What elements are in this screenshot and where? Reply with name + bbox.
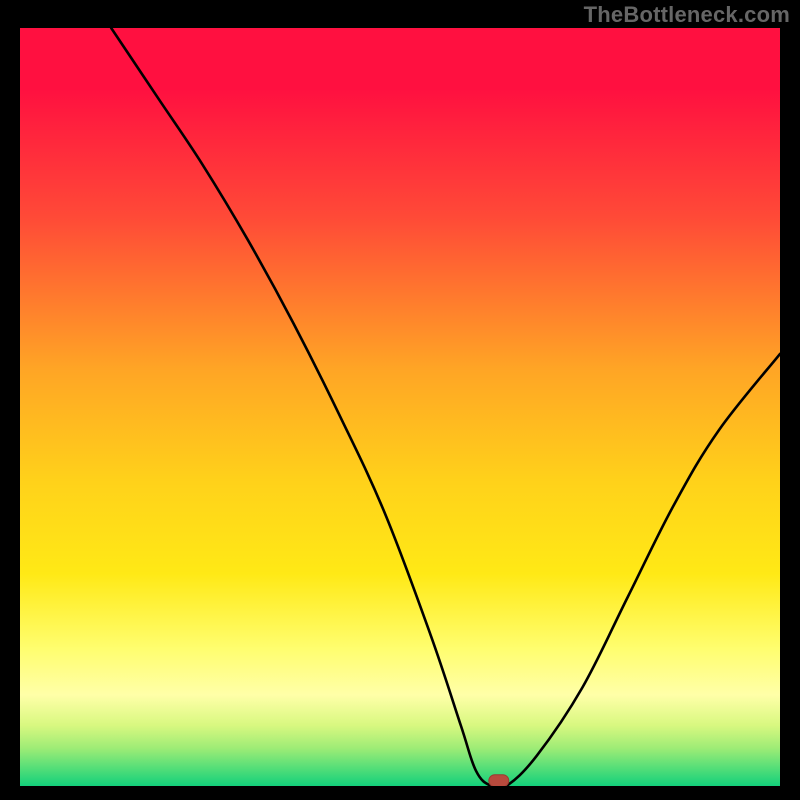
plot-area [20,28,780,786]
chart-frame: TheBottleneck.com [0,0,800,800]
watermark-label: TheBottleneck.com [584,2,790,28]
chart-svg [20,28,780,786]
bottleneck-curve [111,28,780,786]
optimal-point-marker [489,775,509,786]
